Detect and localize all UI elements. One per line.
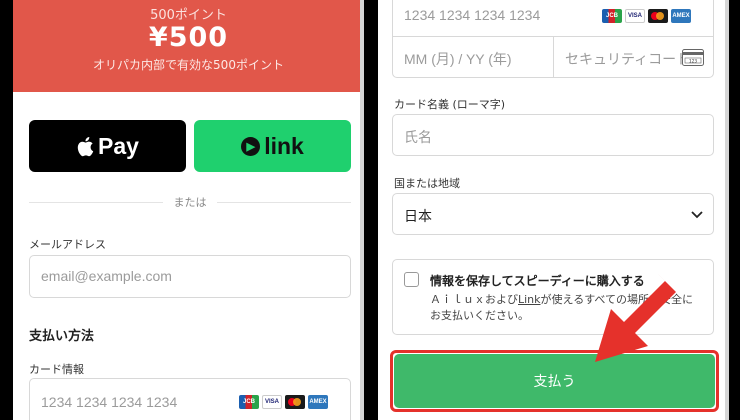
country-select[interactable]: 日本 [392,193,714,235]
payment-method-title: 支払い方法 [29,329,95,344]
amex-icon: AMEX [671,9,691,23]
annotation-arrow-icon [595,274,676,362]
email-label: メールアドレス [29,238,106,251]
card-number-field[interactable]: 1234 1234 1234 1234 JCB VISA AMEX [29,378,351,420]
scrollbar[interactable] [360,0,364,420]
checkout-panel-left: 500ポイント ¥500 オリパカ内部で有効な500ポイント Pay ▶ lin… [13,0,364,420]
arrow-right-icon: ▶ [241,136,261,156]
card-brands: JCB VISA AMEX [602,9,691,23]
expiry-placeholder: MM (月) / YY (年) [404,51,512,67]
email-field[interactable]: email@example.com [29,255,351,298]
card-back-icon: 123 [682,49,704,66]
save-info-checkbox[interactable] [404,272,419,287]
visa-icon: VISA [262,395,282,409]
cardholder-name-label: カード名義 (ローマ字) [394,98,506,111]
card-number-field[interactable]: 1234 1234 1234 1234 JCB VISA AMEX [392,0,714,37]
country-label: 国または地域 [394,177,460,190]
cvc-field[interactable]: セキュリティコード 123 [553,36,714,78]
mastercard-icon [285,395,305,409]
svg-text:123: 123 [689,58,697,64]
visa-icon: VISA [625,9,645,23]
chevron-down-icon [691,211,703,219]
apple-icon [77,136,94,156]
cvc-placeholder: セキュリティコード [565,51,691,67]
link-info-link[interactable]: Link [518,293,541,306]
cardholder-name-field[interactable]: 氏名 [392,114,714,156]
apple-pay-button[interactable]: Pay [29,120,186,172]
jcb-icon: JCB [239,395,259,409]
email-placeholder: email@example.com [41,268,172,284]
mastercard-icon [648,9,668,23]
points-label: 500ポイント [150,8,227,23]
points-summary: 500ポイント ¥500 オリパカ内部で有効な500ポイント [13,0,364,92]
scrollbar[interactable] [725,0,729,420]
card-info-label: カード情報 [29,363,84,376]
card-number-placeholder: 1234 1234 1234 1234 [404,7,541,23]
save-info-desc-prefix: Ａｉｌｕｘおよび [430,293,518,306]
jcb-icon: JCB [602,9,622,23]
price-amount: ¥500 [148,22,229,53]
link-label: link [264,132,304,159]
points-note: オリパカ内部で有効な500ポイント [93,58,284,72]
cardholder-name-placeholder: 氏名 [404,129,432,145]
card-number-placeholder: 1234 1234 1234 1234 [41,394,178,410]
expiry-field[interactable]: MM (月) / YY (年) [392,36,554,78]
divider-text: または [163,194,217,210]
country-value: 日本 [404,208,432,224]
pay-button-label: 支払う [533,374,576,390]
card-brands: JCB VISA AMEX [239,395,328,409]
apple-pay-label: Pay [98,132,139,159]
link-pay-button[interactable]: ▶ link [194,120,351,172]
amex-icon: AMEX [308,395,328,409]
